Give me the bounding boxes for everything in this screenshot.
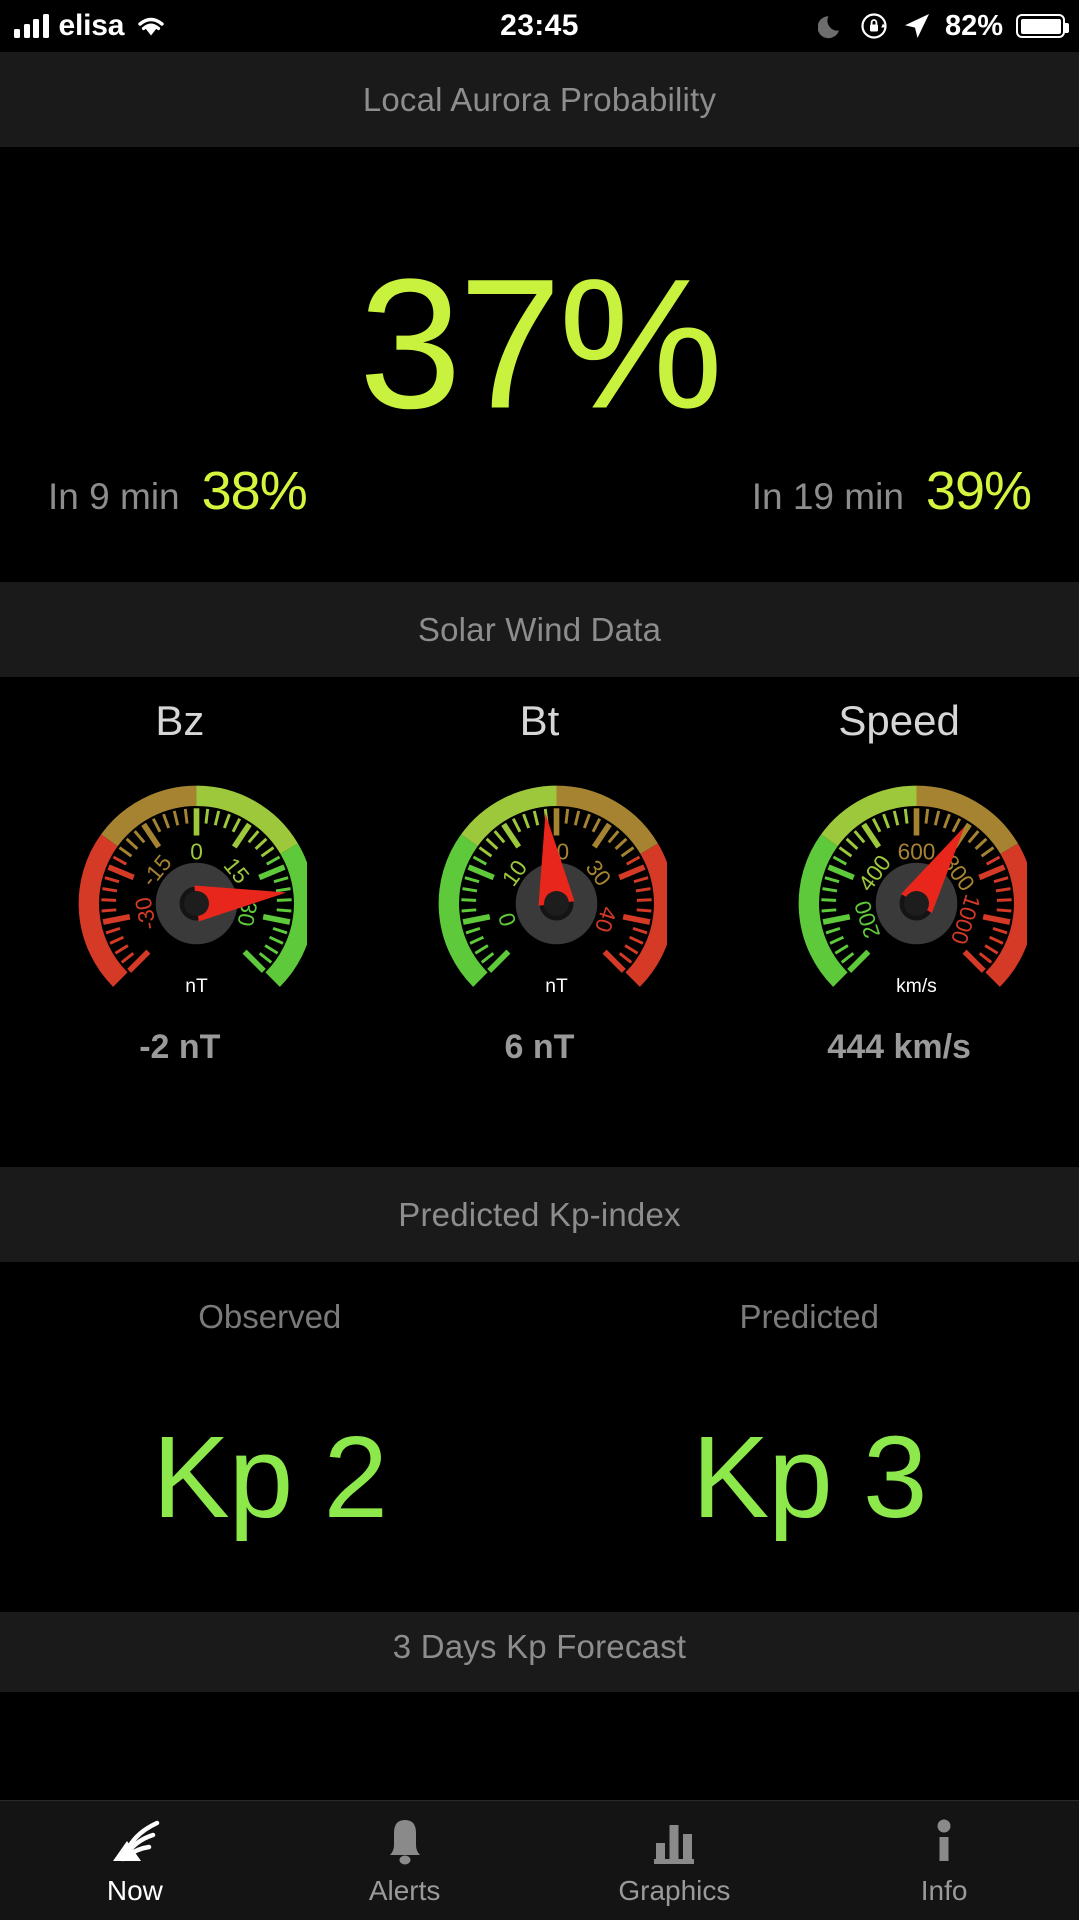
gauge-title: Bz xyxy=(155,697,205,744)
svg-text:0: 0 xyxy=(191,838,204,864)
tab-alerts[interactable]: Alerts xyxy=(270,1815,540,1907)
moon-dnd-icon xyxy=(817,16,839,39)
tab-now[interactable]: Now xyxy=(0,1815,270,1907)
svg-text:km/s: km/s xyxy=(896,976,937,997)
aurora-forecast-near-value: 38% xyxy=(201,461,308,521)
svg-text:600: 600 xyxy=(897,838,935,864)
aurora-icon[interactable] xyxy=(107,1815,163,1867)
kp-predicted-label: Predicted xyxy=(739,1298,879,1335)
kp-observed-value: Kp 2 xyxy=(152,1412,388,1542)
gauge-bt: Bt 010203040nT 6 nT xyxy=(379,697,699,1067)
gauge-dial: -30 -15 0 15 30 nT xyxy=(52,759,315,1014)
gauge-bz: Bz -30 -15 0 15 30 nT -2 nT xyxy=(20,697,340,1067)
rotation-lock-icon xyxy=(861,13,887,39)
location-arrow-icon xyxy=(904,14,929,38)
tab-graphics[interactable]: Graphics xyxy=(540,1815,810,1907)
wifi-icon xyxy=(138,17,164,36)
aurora-forecast-row: In 9 min 38% In 19 min 39% xyxy=(0,460,1079,522)
gauge-value: -2 nT xyxy=(139,1028,221,1066)
gauge-dial: 010203040nT xyxy=(412,759,675,1014)
app-screen: elisa 23:45 82% Local Aurora Probability… xyxy=(0,0,1079,1920)
svg-text:nT: nT xyxy=(186,976,209,997)
svg-text:nT: nT xyxy=(545,976,568,997)
status-bar-right: 82% xyxy=(817,9,1069,43)
bell-icon[interactable] xyxy=(382,1815,428,1867)
aurora-probability-panel: 37% In 9 min 38% In 19 min 39% xyxy=(0,147,1079,582)
status-bar-left: elisa xyxy=(14,9,168,43)
aurora-forecast-near: In 9 min 38% xyxy=(48,460,308,522)
aurora-forecast-far: In 19 min 39% xyxy=(751,460,1032,522)
gauge-row: Bz-30-1501530nT-2 nTBt010203040nT6 nTSpe… xyxy=(0,677,1079,1067)
aurora-probability-value: 37% xyxy=(358,241,723,448)
carrier-label: elisa xyxy=(58,9,125,42)
forecast-section-header: 3 Days Kp Forecast xyxy=(0,1612,1079,1692)
aurora-forecast-far-label: In 19 min xyxy=(751,476,904,517)
aurora-forecast-far-value: 39% xyxy=(925,461,1032,521)
battery-percent-label: 82% xyxy=(944,9,1003,42)
gauge-dial: 200 400 600 800 1000 km/s xyxy=(772,759,1034,1014)
info-icon[interactable] xyxy=(932,1815,956,1867)
solar-wind-panel: Bz-30-1501530nT-2 nTBt010203040nT6 nTSpe… xyxy=(0,677,1079,1167)
kp-panel: Observed Kp 2 Predicted Kp 3 xyxy=(0,1262,1079,1612)
kp-observed-label: Observed xyxy=(198,1298,342,1335)
gauge-title: Speed xyxy=(838,697,960,744)
tab-label: Info xyxy=(920,1874,968,1906)
tab-label: Now xyxy=(106,1874,163,1906)
tab-info[interactable]: Info xyxy=(809,1815,1079,1907)
aurora-forecast-near-label: In 9 min xyxy=(48,476,180,517)
solar-wind-section-header: Solar Wind Data xyxy=(0,582,1079,677)
tab-label: Alerts xyxy=(368,1874,441,1906)
gauge-value: 6 nT xyxy=(504,1028,575,1066)
kp-predicted-value: Kp 3 xyxy=(691,1412,928,1542)
kp-section-header: Predicted Kp-index xyxy=(0,1167,1079,1262)
aurora-section-header: Local Aurora Probability xyxy=(0,52,1079,147)
gauge-title: Bt xyxy=(519,697,560,744)
kp-observed-column: Observed Kp 2 xyxy=(0,1262,540,1612)
battery-icon xyxy=(1016,14,1069,38)
bar-chart-icon[interactable] xyxy=(650,1815,698,1867)
gauge-speed: Speed 200 400 600 800 1000 km/s 444 km/s xyxy=(739,697,1059,1067)
tab-bar: Now Alerts Graphics Info xyxy=(0,1800,1079,1920)
signal-bars-icon xyxy=(14,14,49,38)
gauge-value: 444 km/s xyxy=(827,1028,971,1066)
status-bar: elisa 23:45 82% xyxy=(0,0,1079,52)
tab-label: Graphics xyxy=(618,1874,731,1906)
kp-predicted-column: Predicted Kp 3 xyxy=(540,1262,1079,1612)
